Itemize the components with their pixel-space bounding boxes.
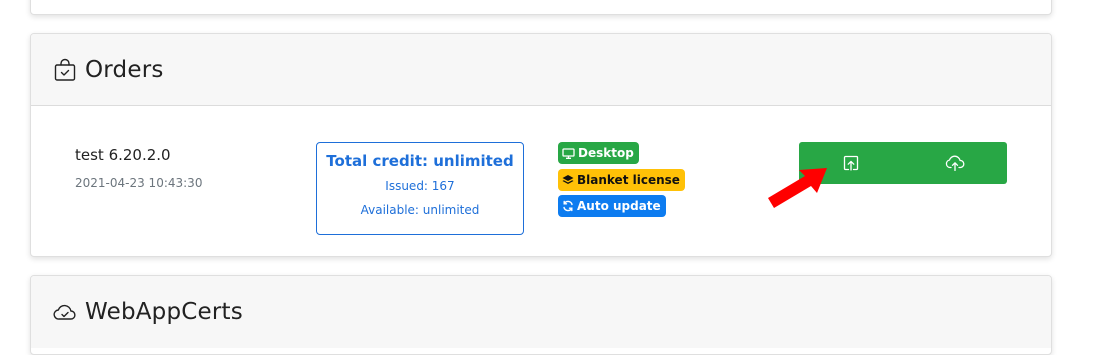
badge-auto-update: Auto update [558,195,666,217]
credit-issued: Issued: 167 [385,179,455,193]
monitor-icon [562,147,575,159]
layers-icon [562,175,574,184]
badge-blanket-license-label: Blanket license [577,173,680,187]
cloud-check-icon [53,300,77,324]
credit-total: Total credit: unlimited [326,152,514,170]
orders-card: Orders test 6.20.2.0 2021-04-23 10:43:30… [30,33,1052,257]
order-date: 2021-04-23 10:43:30 [75,176,203,190]
export-upload-icon [843,155,859,171]
red-arrow-icon [768,168,827,208]
orders-card-header: Orders [31,34,1051,106]
badge-auto-update-label: Auto update [577,199,661,213]
badge-desktop: Desktop [558,142,639,164]
badge-blanket-license: Blanket license [558,169,685,191]
credit-box: Total credit: unlimited Issued: 167 Avai… [316,142,524,235]
previous-card [30,0,1052,15]
orders-title: Orders [85,56,164,83]
refresh-icon [563,200,573,212]
webappcerts-card-header: WebAppCerts [31,276,1051,348]
badge-desktop-label: Desktop [578,146,634,160]
cloud-upload-icon [945,155,965,171]
order-name: test 6.20.2.0 [75,146,171,164]
credit-available: Available: unlimited [360,203,480,217]
order-actions [799,142,1007,184]
order-row: test 6.20.2.0 2021-04-23 10:43:30 Total … [31,106,1051,256]
cloud-upload-button[interactable] [903,142,1007,184]
webappcerts-card: WebAppCerts [30,275,1052,355]
webappcerts-title: WebAppCerts [85,299,243,325]
shopping-bag-check-icon [53,58,77,82]
